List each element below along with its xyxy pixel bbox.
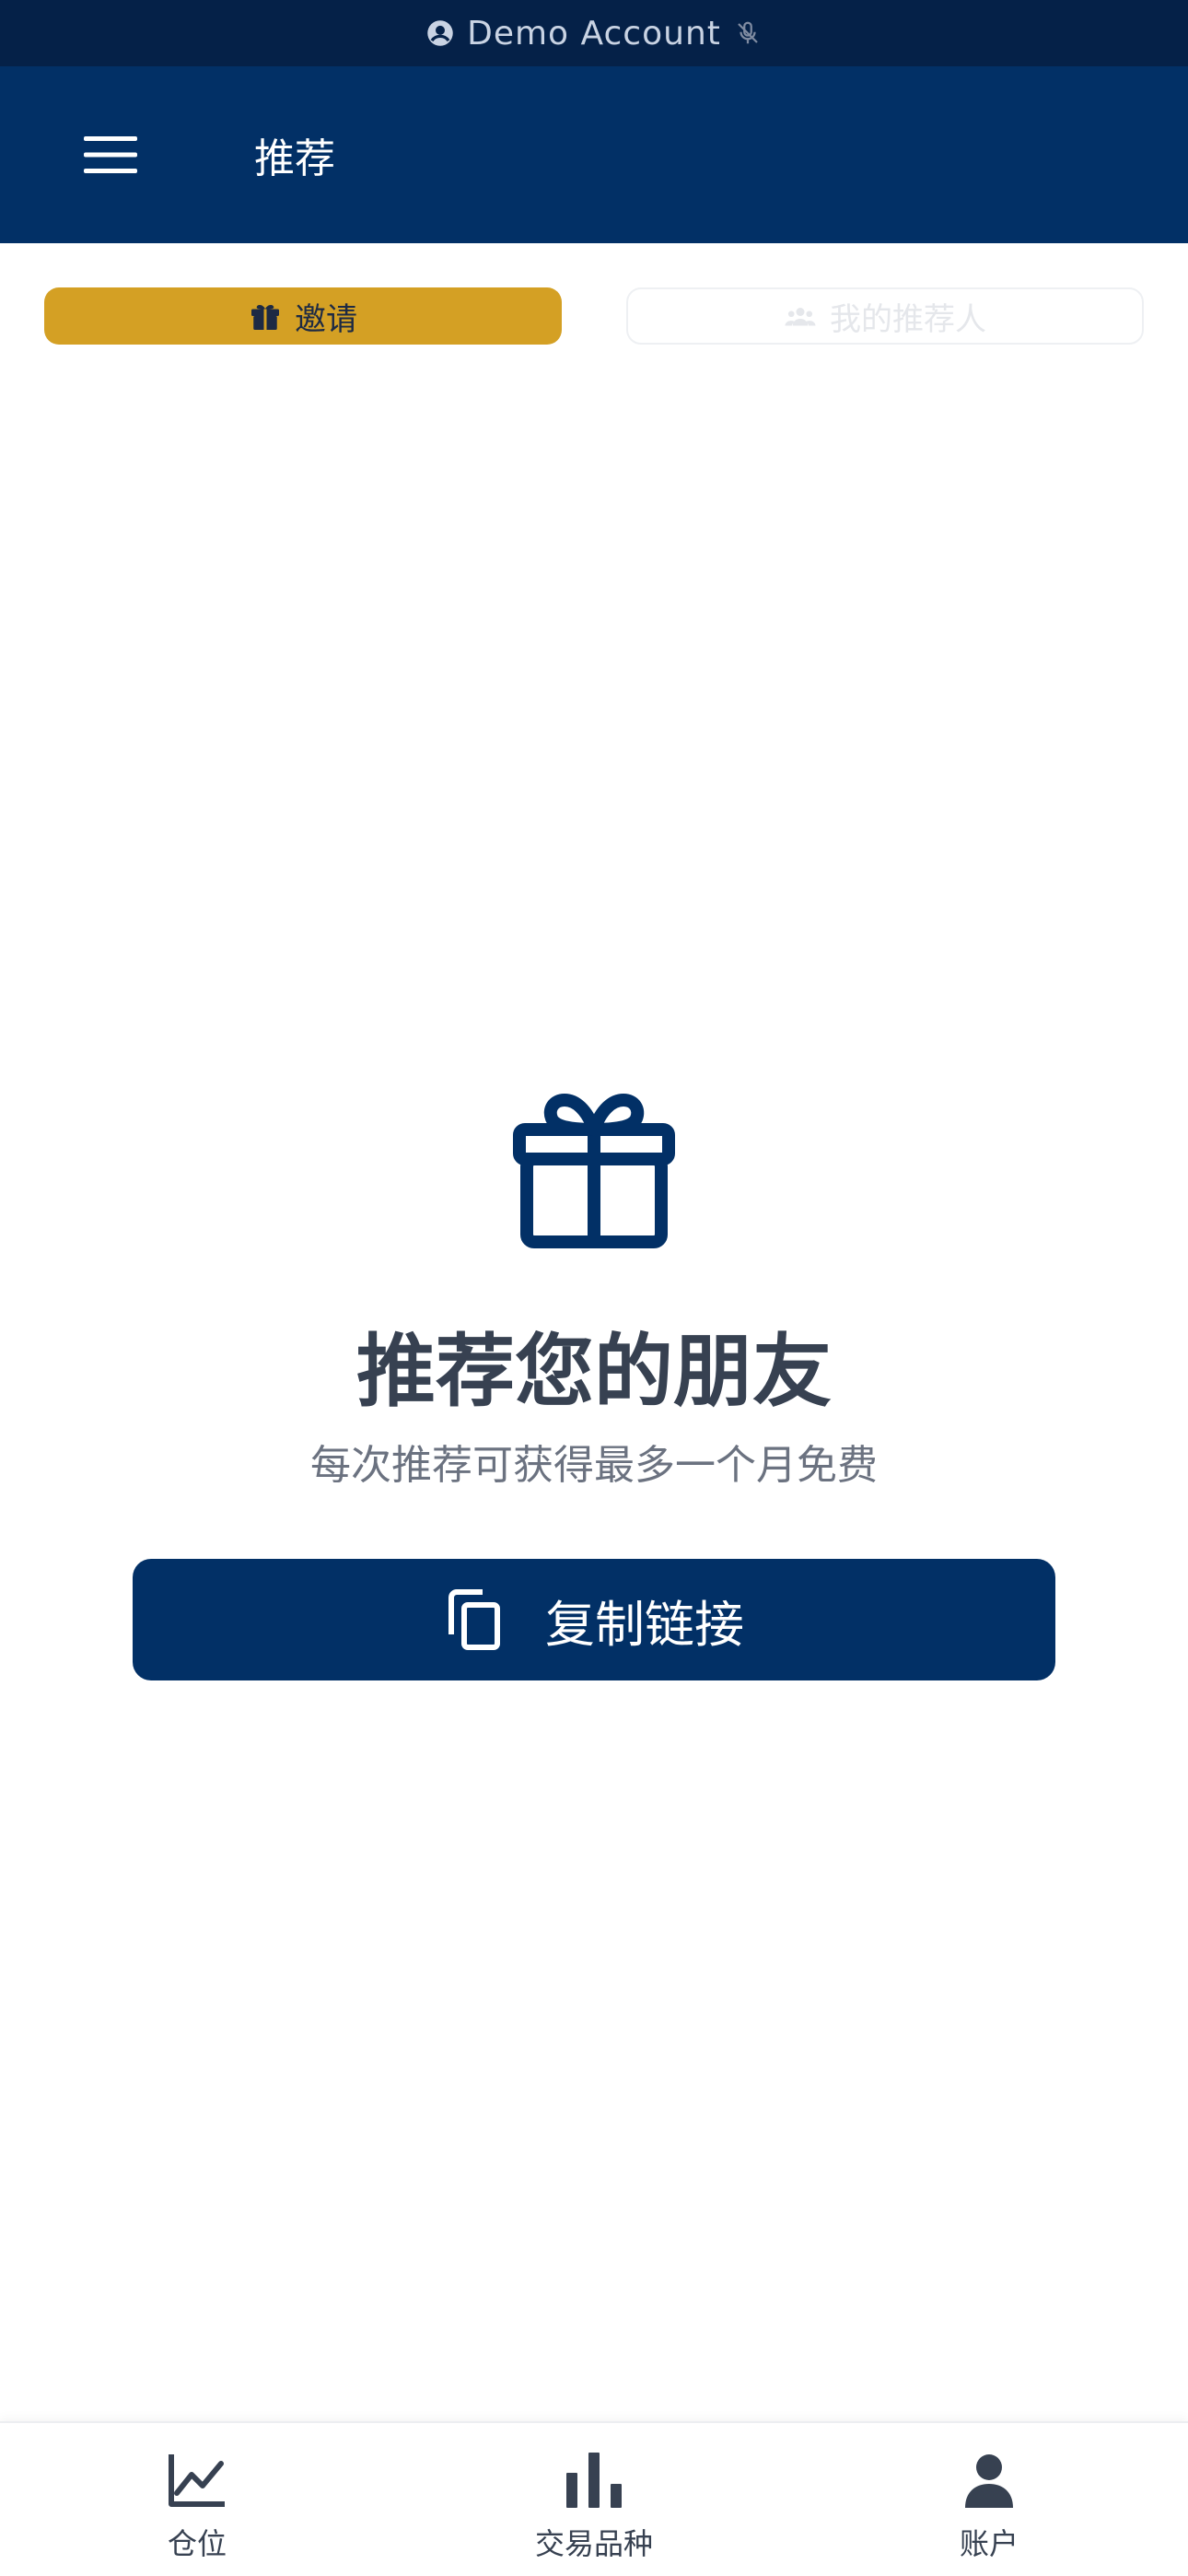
- line-chart-icon: [169, 2454, 225, 2507]
- gift-icon: [251, 304, 279, 330]
- page-title: 推荐: [254, 135, 335, 182]
- gift-icon: [513, 1094, 675, 1248]
- nav-positions[interactable]: 仓位: [59, 2423, 335, 2576]
- tab-my-referrals-label: 我的推荐人: [830, 300, 986, 338]
- bottom-navigation: 仓位 交易品种 账户: [0, 2421, 1188, 2576]
- referral-screen: Demo Account 推荐 邀请 我的推荐人 推荐您的朋友 每次推荐可获得最…: [0, 0, 1188, 2576]
- people-group-icon: [785, 308, 816, 326]
- copy-icon: [448, 1589, 500, 1650]
- referral-tabs: 邀请 我的推荐人: [44, 287, 1144, 345]
- menu-button[interactable]: [72, 116, 149, 193]
- bar-chart-icon: [566, 2453, 622, 2508]
- nav-account[interactable]: 账户: [851, 2423, 1127, 2576]
- microphone-off-icon: [738, 21, 758, 44]
- demo-account-banner: Demo Account: [0, 0, 1188, 66]
- account-circle-icon: [427, 20, 453, 46]
- tab-invite-label: 邀请: [295, 300, 357, 338]
- subline: 每次推荐可获得最多一个月免费: [310, 1442, 878, 1489]
- demo-account-label: Demo Account: [467, 14, 721, 53]
- copy-link-label: 复制链接: [545, 1595, 744, 1654]
- user-icon: [965, 2454, 1013, 2508]
- copy-link-button[interactable]: 复制链接: [133, 1559, 1055, 1680]
- tab-my-referrals[interactable]: 我的推荐人: [626, 287, 1144, 345]
- headline: 推荐您的朋友: [356, 1326, 832, 1418]
- nav-instruments-label: 交易品种: [534, 2526, 653, 2561]
- nav-instruments[interactable]: 交易品种: [456, 2423, 732, 2576]
- app-header: 推荐: [0, 66, 1188, 243]
- hamburger-menu-icon: [84, 136, 137, 173]
- nav-account-label: 账户: [959, 2526, 1019, 2561]
- tab-invite[interactable]: 邀请: [44, 287, 562, 345]
- nav-positions-label: 仓位: [167, 2526, 227, 2561]
